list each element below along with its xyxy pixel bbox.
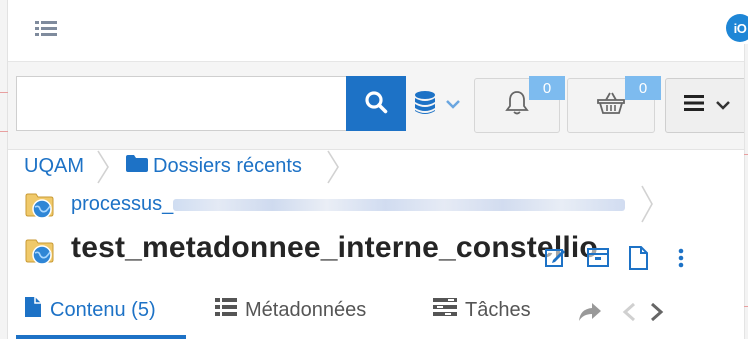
- left-edge-panel: [0, 0, 8, 339]
- archive-icon[interactable]: [587, 246, 609, 273]
- marker-line: [0, 92, 8, 93]
- tab-taches[interactable]: Tâches: [433, 294, 531, 326]
- top-bar: iO: [8, 0, 748, 62]
- list-icon[interactable]: [35, 20, 57, 43]
- database-selector[interactable]: [414, 90, 476, 120]
- breadcrumb-separator: [640, 184, 654, 229]
- breadcrumb-item-dossiers-recents[interactable]: Dossiers récents: [126, 155, 302, 178]
- document-title: test_metadonnee_interne_constellio: [71, 231, 598, 264]
- search-input[interactable]: [16, 76, 354, 131]
- main-menu-button[interactable]: [665, 78, 748, 133]
- folder-globe-icon: [25, 190, 55, 220]
- tab-label: Contenu (5): [50, 298, 156, 321]
- scroll-right-icon[interactable]: [650, 302, 664, 327]
- breadcrumb-label: Dossiers récents: [153, 155, 302, 177]
- folder-icon: [126, 155, 148, 178]
- marker-line: [0, 131, 8, 132]
- brand-logo[interactable]: iO: [726, 14, 748, 42]
- right-edge-panel: [744, 44, 748, 339]
- list-icon: [215, 298, 237, 322]
- hamburger-icon: [683, 95, 704, 116]
- document-tabs: Contenu (5) Métadonnées Tâches: [8, 280, 683, 339]
- marker-line: [744, 154, 748, 155]
- tab-label: Tâches: [465, 298, 531, 321]
- bell-icon: [505, 90, 529, 121]
- notifications-count-badge: 0: [529, 76, 565, 100]
- breadcrumb-item-uqam[interactable]: UQAM: [24, 155, 84, 178]
- parent-folder-prefix: processus_: [71, 193, 174, 215]
- cart-count-badge: 0: [625, 76, 661, 100]
- new-document-icon[interactable]: [628, 246, 648, 275]
- tab-contenu[interactable]: Contenu (5): [24, 294, 156, 326]
- search-button[interactable]: [346, 76, 406, 131]
- tasks-icon: [433, 298, 457, 322]
- chevron-down-icon: [715, 97, 730, 115]
- file-icon: [24, 296, 42, 324]
- document-header: test_metadonnee_interne_constellio: [8, 226, 688, 276]
- active-tab-indicator: [16, 335, 186, 339]
- folder-globe-icon: [25, 236, 55, 266]
- edit-icon[interactable]: [545, 246, 567, 273]
- database-icon: [414, 90, 436, 121]
- brand-logo-text: iO: [733, 20, 747, 36]
- breadcrumb: UQAM Dossiers récents: [8, 150, 683, 184]
- tab-label: Métadonnées: [245, 298, 367, 321]
- marker-line: [744, 306, 748, 307]
- chevron-down-icon: [446, 96, 460, 114]
- parent-folder-link[interactable]: processus_: [71, 193, 626, 216]
- more-options-icon[interactable]: [678, 248, 684, 273]
- share-icon[interactable]: [578, 302, 602, 327]
- search-icon: [364, 90, 388, 117]
- toolbar: 0 0: [8, 62, 748, 150]
- parent-folder-row: processus_: [8, 184, 688, 226]
- tab-metadonnees[interactable]: Métadonnées: [215, 294, 366, 326]
- blurred-text: [173, 198, 626, 211]
- scroll-left-icon[interactable]: [622, 302, 636, 327]
- basket-icon: [597, 91, 625, 120]
